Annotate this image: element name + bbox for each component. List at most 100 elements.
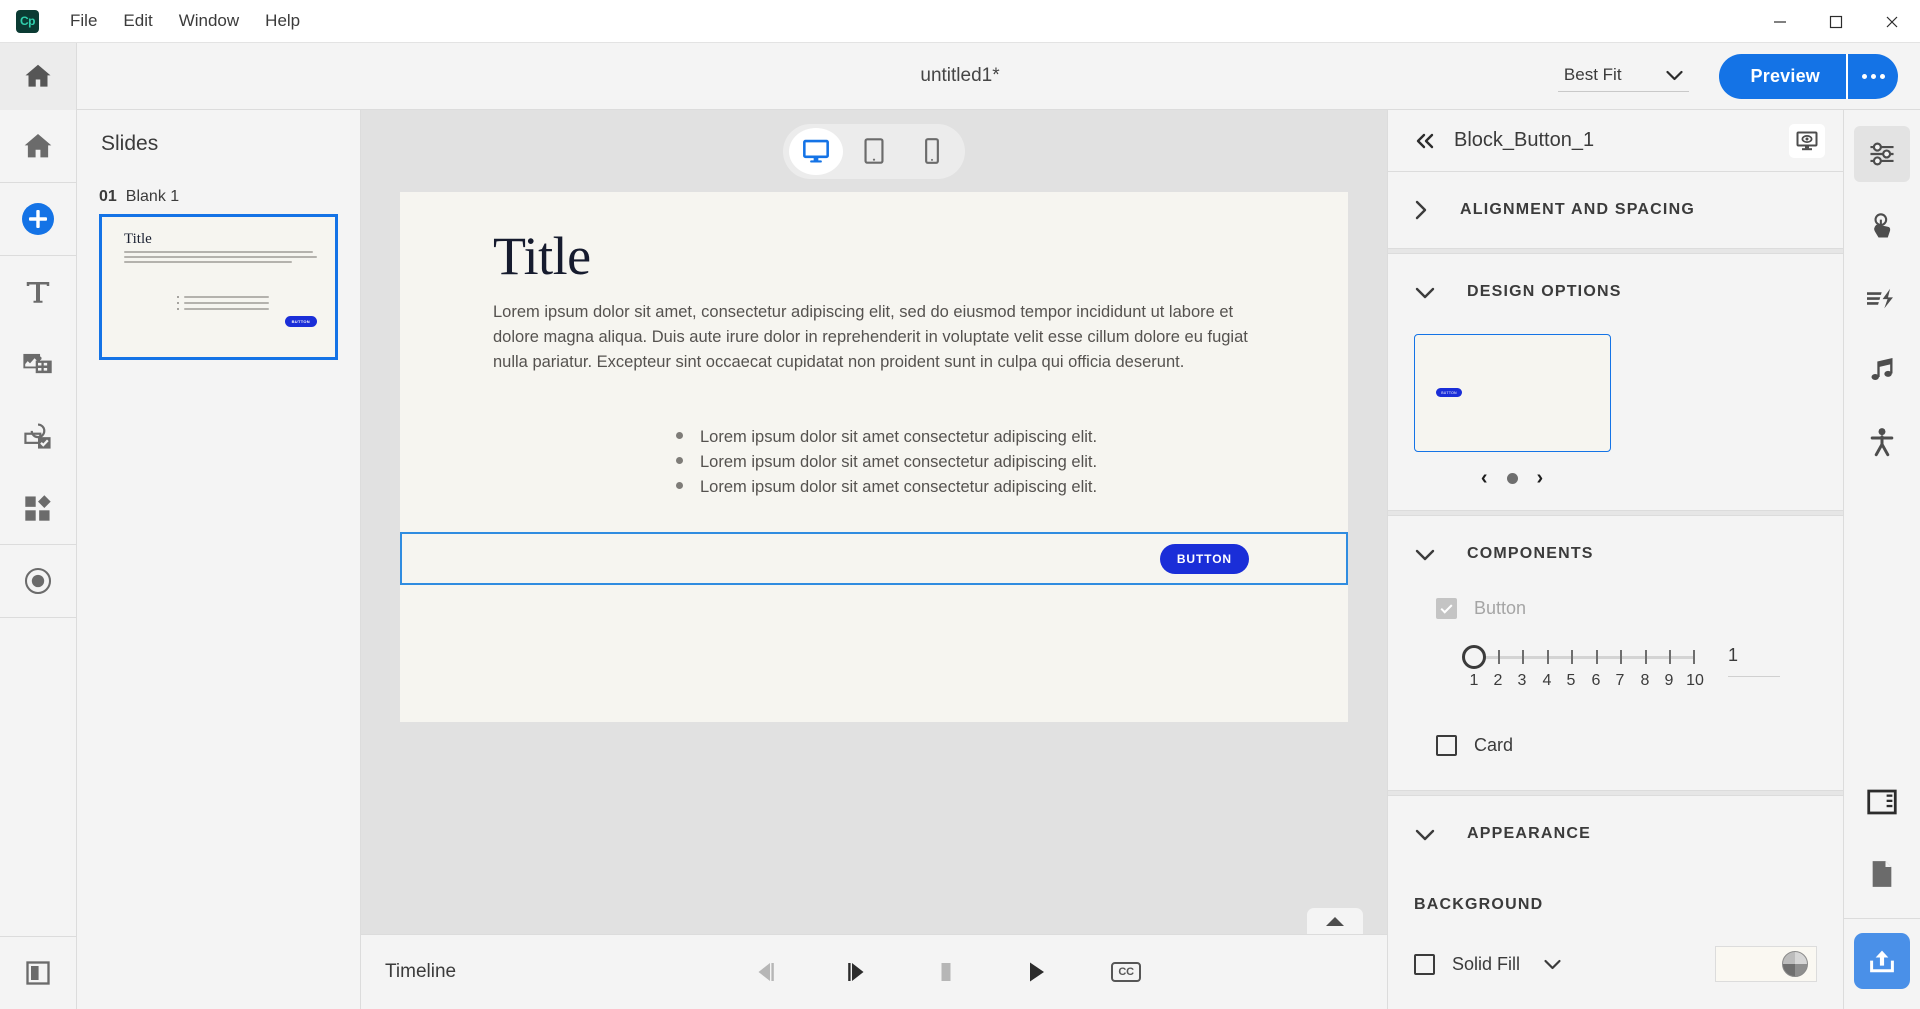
menu-window[interactable]: Window (166, 7, 252, 35)
home-icon (25, 64, 51, 87)
chevron-down-icon (1415, 549, 1435, 560)
preview-more-button[interactable] (1846, 53, 1898, 99)
solid-fill-label: Solid Fill (1452, 953, 1521, 974)
ellipsis-icon (1861, 73, 1885, 79)
timeline-label: Timeline (385, 961, 457, 982)
slide-list-item[interactable]: 01 Blank 1 Title BUTTON (77, 188, 360, 360)
far-rail-audio[interactable] (1854, 342, 1910, 398)
slider-thumb[interactable] (1462, 645, 1486, 669)
play-icon (1030, 962, 1045, 982)
minimize-button[interactable] (1752, 0, 1808, 43)
rail-item-text[interactable] (0, 256, 77, 328)
bullet-text: Lorem ipsum dolor sit amet consectetur a… (700, 453, 1098, 471)
device-toggle-group (783, 123, 965, 179)
toolbar-right-group: Best Fit Preview (1557, 53, 1920, 99)
rail-divider (0, 617, 77, 618)
rail-item-add[interactable] (0, 183, 77, 255)
bullet-icon (676, 457, 683, 464)
slide-canvas[interactable]: Title Lorem ipsum dolor sit amet, consec… (400, 192, 1348, 722)
tablet-device-button[interactable] (847, 128, 901, 175)
step-backward-icon (758, 963, 774, 981)
section-appearance[interactable]: APPEARANCE (1388, 796, 1843, 872)
menu-edit[interactable]: Edit (110, 7, 165, 35)
publish-button[interactable] (1854, 933, 1910, 989)
section-design-options[interactable]: DESIGN OPTIONS (1388, 254, 1843, 330)
timeline-expand-button[interactable] (1307, 908, 1363, 934)
desktop-device-button[interactable] (789, 127, 843, 175)
bullet-text: Lorem ipsum dolor sit amet consectetur a… (700, 478, 1098, 496)
carousel-dot[interactable] (1506, 472, 1518, 484)
rail-item-widgets[interactable] (0, 472, 77, 544)
menu-help[interactable]: Help (252, 7, 313, 35)
left-rail-bottom (0, 936, 77, 1009)
menu-file[interactable]: File (57, 7, 110, 35)
component-count-value[interactable]: 1 (1728, 645, 1780, 677)
step-backward-button[interactable] (746, 952, 786, 992)
window-controls (1752, 0, 1920, 43)
card-component-checkbox[interactable] (1436, 735, 1457, 756)
section-components[interactable]: COMPONENTS (1388, 516, 1843, 592)
closed-captions-button[interactable]: CC (1106, 952, 1146, 992)
far-rail-effects[interactable] (1854, 270, 1910, 326)
canvas-area: Title Lorem ipsum dolor sit amet, consec… (361, 110, 1387, 1009)
maximize-button[interactable] (1808, 0, 1864, 43)
audio-icon (1871, 358, 1893, 381)
mobile-device-button[interactable] (905, 128, 959, 175)
step-forward-button[interactable] (836, 952, 876, 992)
slide-thumbnail[interactable]: Title BUTTON (99, 214, 338, 360)
home-icon (24, 134, 52, 158)
thumbnail-title: Title (124, 231, 152, 247)
record-icon (24, 567, 52, 595)
thumbnail-button: BUTTON (284, 316, 317, 327)
chevron-down-icon[interactable] (1543, 958, 1562, 971)
slider-tick-label: 4 (1542, 672, 1552, 689)
zoom-select[interactable]: Best Fit (1557, 60, 1689, 92)
chevron-up-icon (1326, 916, 1344, 926)
fill-left-group: Solid Fill (1414, 953, 1562, 975)
timeline-bar: Timeline CC (361, 934, 1387, 1009)
rail-item-library[interactable] (0, 937, 77, 1009)
far-rail-page-properties[interactable] (1854, 846, 1910, 902)
design-option-thumbnail[interactable]: BUTTON (1414, 334, 1611, 452)
play-button[interactable] (1016, 952, 1056, 992)
stop-button[interactable] (926, 952, 966, 992)
slide-button[interactable]: BUTTON (1159, 543, 1249, 574)
far-rail-properties[interactable] (1854, 126, 1910, 182)
carousel-next-button[interactable]: › (1537, 468, 1544, 488)
stage-wrapper: Title Lorem ipsum dolor sit amet, consec… (361, 192, 1387, 934)
rail-item-record[interactable] (0, 545, 77, 617)
section-alignment-and-spacing[interactable]: ALIGNMENT AND SPACING (1388, 172, 1843, 248)
far-rail-accessibility[interactable] (1854, 414, 1910, 470)
section-label: APPEARANCE (1467, 825, 1592, 842)
thumbnail-bullets (177, 296, 269, 314)
fill-color-swatch[interactable] (1715, 946, 1817, 982)
top-toolbar: untitled1* Best Fit Preview (0, 42, 1920, 110)
app-window: Cp File Edit Window Help untitled1* Best… (0, 0, 1920, 1009)
home-button[interactable] (0, 42, 77, 110)
slide-bullet-list[interactable]: Lorem ipsum dolor sit amet consectetur a… (676, 428, 1097, 503)
button-component-checkbox[interactable] (1436, 598, 1457, 619)
maximize-icon (1829, 15, 1843, 28)
preview-group: Preview (1718, 53, 1898, 99)
list-item: Lorem ipsum dolor sit amet consectetur a… (676, 453, 1097, 472)
far-rail-interactions[interactable] (1854, 198, 1910, 254)
rail-item-media[interactable] (0, 328, 77, 400)
solid-fill-checkbox[interactable] (1414, 953, 1435, 975)
close-button[interactable] (1864, 0, 1920, 43)
rail-item-home[interactable] (0, 110, 77, 182)
carousel-prev-button[interactable]: ‹ (1481, 468, 1488, 488)
preview-button[interactable]: Preview (1718, 53, 1846, 99)
left-toolbar (0, 110, 77, 1009)
far-rail-layout[interactable] (1854, 774, 1910, 830)
selected-button-block[interactable]: BUTTON (400, 532, 1348, 585)
page-properties-icon (1872, 861, 1892, 887)
slide-title[interactable]: Title (493, 229, 591, 283)
rail-item-interaction[interactable] (0, 400, 77, 472)
slide-paragraph[interactable]: Lorem ipsum dolor sit amet, consectetur … (493, 300, 1250, 374)
preview-on-device-button[interactable] (1789, 123, 1825, 158)
slide-label: 01 Blank 1 (99, 188, 338, 206)
step-forward-icon (848, 963, 864, 981)
properties-panel: Block_Button_1 ALIGNMENT AND SPACING DES… (1387, 110, 1843, 1009)
list-item: Lorem ipsum dolor sit amet consectetur a… (676, 428, 1097, 447)
double-chevron-left-icon[interactable] (1414, 133, 1438, 149)
